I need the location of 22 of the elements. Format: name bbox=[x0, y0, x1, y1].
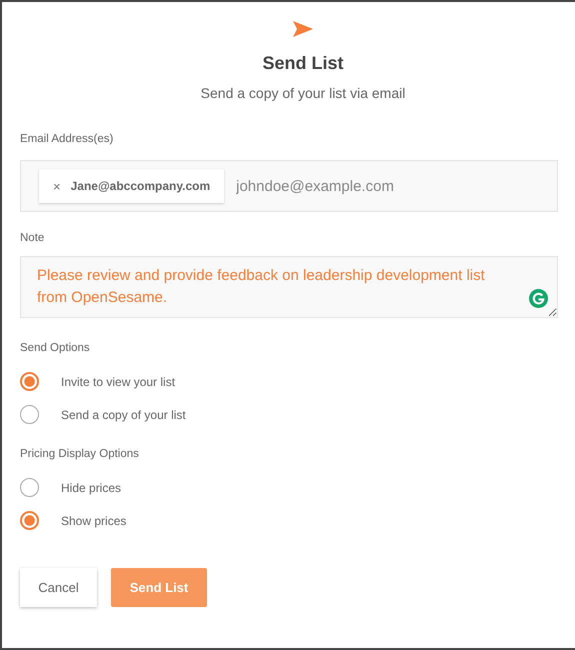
field-label: Note bbox=[20, 232, 46, 244]
group-label: Pricing Display Options bbox=[20, 448, 140, 460]
dialog-subtitle: Send a copy of your list via email bbox=[200, 85, 406, 101]
chip-label: Jane@abccompany.com bbox=[70, 179, 210, 193]
field-label: Email Address(es) bbox=[20, 133, 114, 145]
radio-button[interactable] bbox=[20, 511, 39, 530]
radio-button[interactable] bbox=[20, 405, 39, 424]
radio-button[interactable] bbox=[20, 478, 39, 497]
option-label: Hide prices bbox=[61, 480, 122, 494]
email-input[interactable]: johndoe@example.com bbox=[234, 176, 488, 196]
option-label: Send a copy of your list bbox=[61, 408, 186, 422]
option-label: Show prices bbox=[61, 514, 126, 528]
option-label: Invite to view your list bbox=[61, 374, 176, 388]
cancel-button[interactable]: Cancel bbox=[20, 568, 97, 607]
send-icon bbox=[292, 20, 314, 38]
grammar-check-icon[interactable] bbox=[529, 289, 548, 308]
email-field[interactable]: × Jane@abccompany.com johndoe@example.com bbox=[20, 160, 558, 212]
radio-button[interactable] bbox=[20, 372, 39, 391]
dialog-title: Send List bbox=[261, 53, 344, 74]
group-label: Send Options bbox=[20, 342, 91, 354]
remove-button[interactable]: × bbox=[53, 178, 61, 194]
note-field[interactable]: Please review and provide feedback on leadership development list from OpenSesame. bbox=[20, 256, 558, 318]
